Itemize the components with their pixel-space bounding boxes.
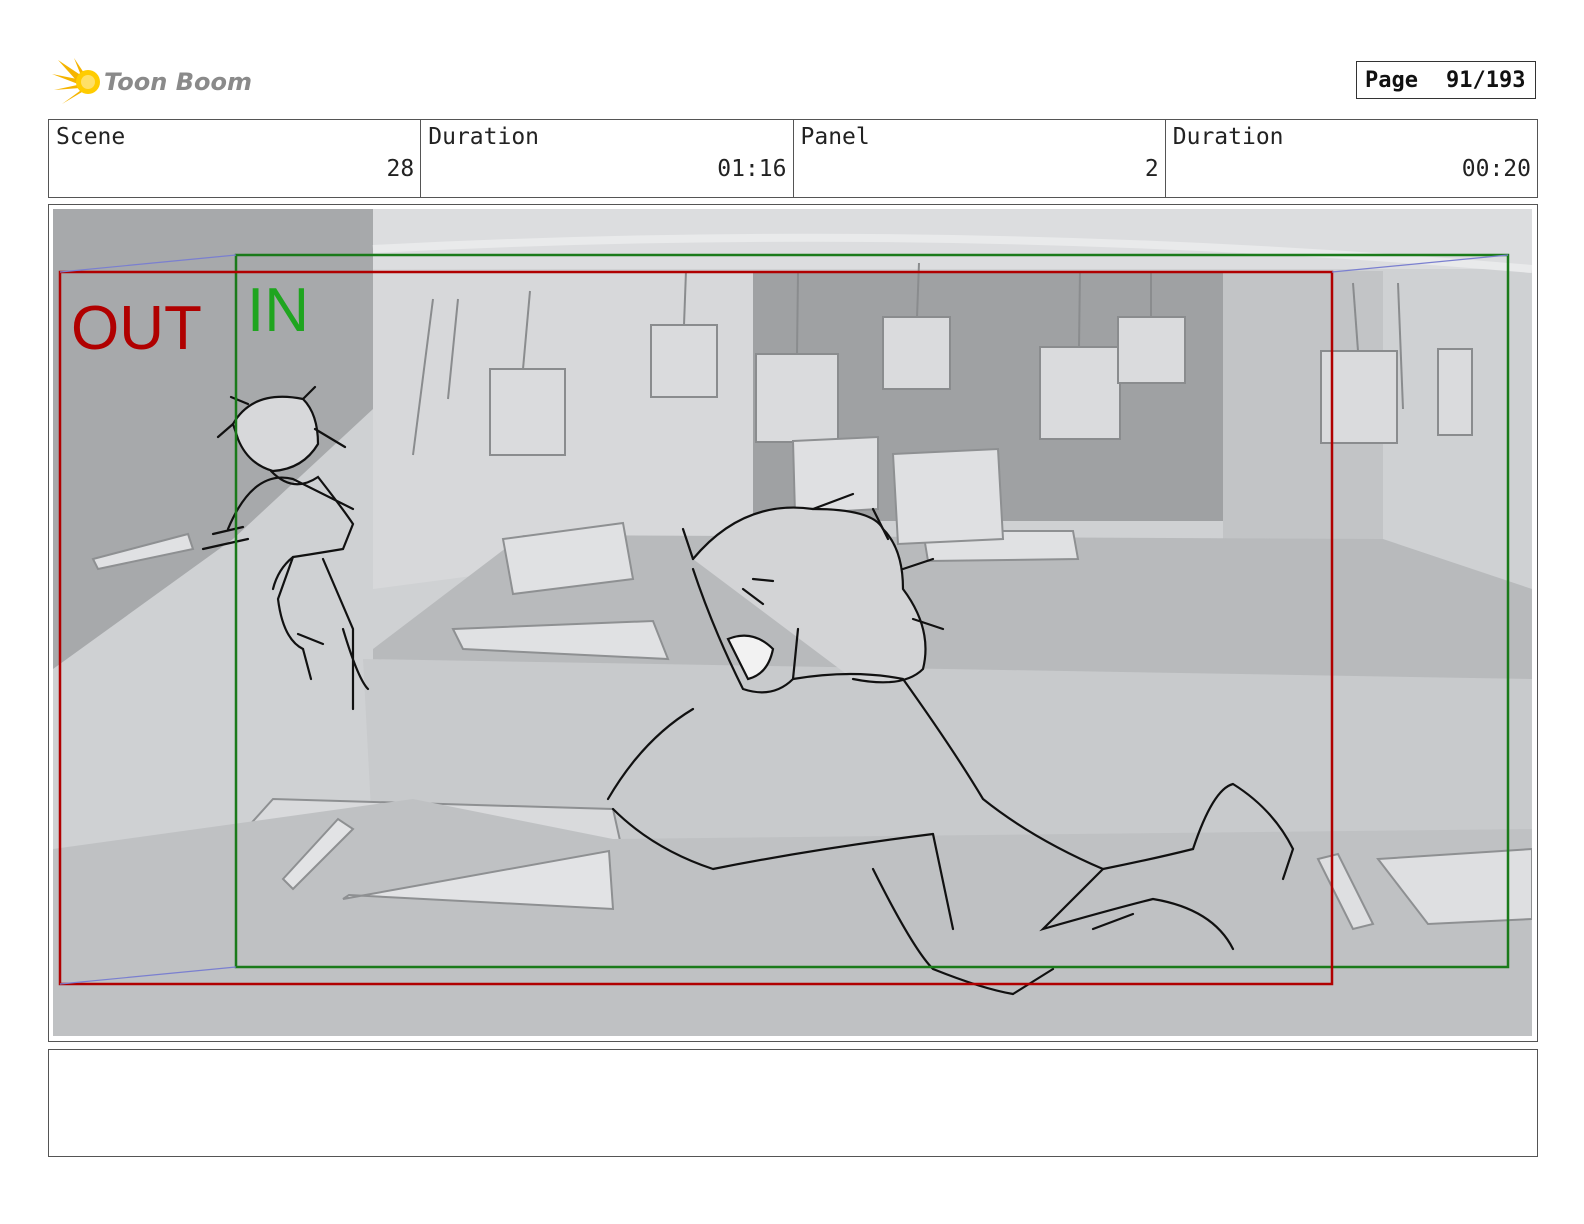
panel-cell: Panel 2 (794, 120, 1166, 197)
panel-duration-cell: Duration 00:20 (1166, 120, 1537, 197)
logo-text: Toon Boom (104, 68, 252, 96)
scene-duration-label: Duration (428, 124, 540, 150)
scene-duration-value: 01:16 (717, 156, 787, 182)
panel-notes-box (48, 1049, 1538, 1157)
out-frame-label: OUT (71, 294, 202, 363)
in-frame-label: IN (247, 276, 309, 345)
panel-value: 2 (1144, 156, 1159, 182)
page-label: Page (1365, 67, 1418, 93)
scene-label: Scene (56, 124, 126, 150)
scene-value: 28 (386, 156, 415, 182)
scene-info-row: Scene 28 Duration 01:16 Panel 2 Duration… (48, 119, 1538, 198)
storyboard-panel-frame: OUT IN (48, 204, 1538, 1042)
page-indicator: Page 91/193 (1356, 61, 1536, 99)
scene-duration-cell: Duration 01:16 (421, 120, 794, 197)
panel-duration-value: 00:20 (1461, 156, 1531, 182)
starburst-icon (52, 58, 100, 104)
toon-boom-logo: Toon Boom (52, 54, 252, 110)
storyboard-panel-image: OUT IN (53, 209, 1532, 1036)
page-number: 91/193 (1445, 67, 1526, 93)
scene-cell: Scene 28 (49, 120, 422, 197)
panel-label: Panel (800, 124, 870, 150)
panel-duration-label: Duration (1172, 124, 1284, 150)
